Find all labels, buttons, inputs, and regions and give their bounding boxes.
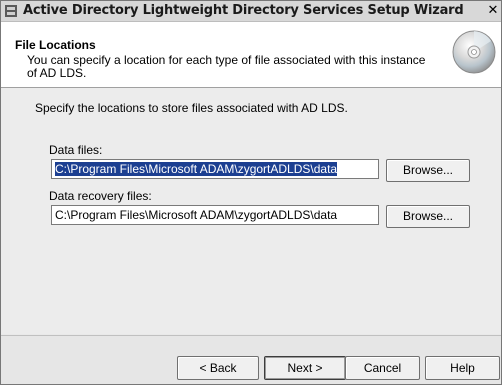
data-files-browse-button[interactable]: Browse... [386, 159, 470, 182]
wizard-header: File Locations You can specify a locatio… [1, 22, 501, 88]
back-button[interactable]: < Back [177, 356, 259, 380]
app-icon [5, 5, 17, 17]
data-files-value: C:\Program Files\Microsoft ADAM\zygortAD… [55, 162, 338, 176]
intro-text: Specify the locations to store files ass… [35, 101, 348, 115]
cancel-button[interactable]: Cancel [345, 356, 420, 380]
cd-disc-icon [452, 30, 496, 74]
recovery-files-input[interactable]: C:\Program Files\Microsoft ADAM\zygortAD… [51, 205, 379, 225]
wizard-content: Specify the locations to store files ass… [1, 88, 501, 334]
recovery-files-label: Data recovery files: [49, 189, 152, 203]
window-title: Active Directory Lightweight Directory S… [23, 3, 464, 18]
data-files-input[interactable]: C:\Program Files\Microsoft ADAM\zygortAD… [51, 159, 379, 179]
page-title: File Locations [15, 38, 96, 52]
wizard-footer: < Back Next > Cancel Help [1, 335, 501, 384]
title-bar: Active Directory Lightweight Directory S… [1, 1, 501, 22]
wizard-window: Active Directory Lightweight Directory S… [0, 0, 502, 385]
next-button[interactable]: Next > [264, 356, 346, 380]
recovery-files-browse-button[interactable]: Browse... [386, 205, 470, 228]
page-subtitle: You can specify a location for each type… [27, 53, 426, 80]
close-icon[interactable]: ✕ [485, 2, 501, 20]
data-files-label: Data files: [49, 143, 103, 157]
recovery-files-value: C:\Program Files\Microsoft ADAM\zygortAD… [55, 208, 338, 222]
help-button[interactable]: Help [425, 356, 500, 380]
